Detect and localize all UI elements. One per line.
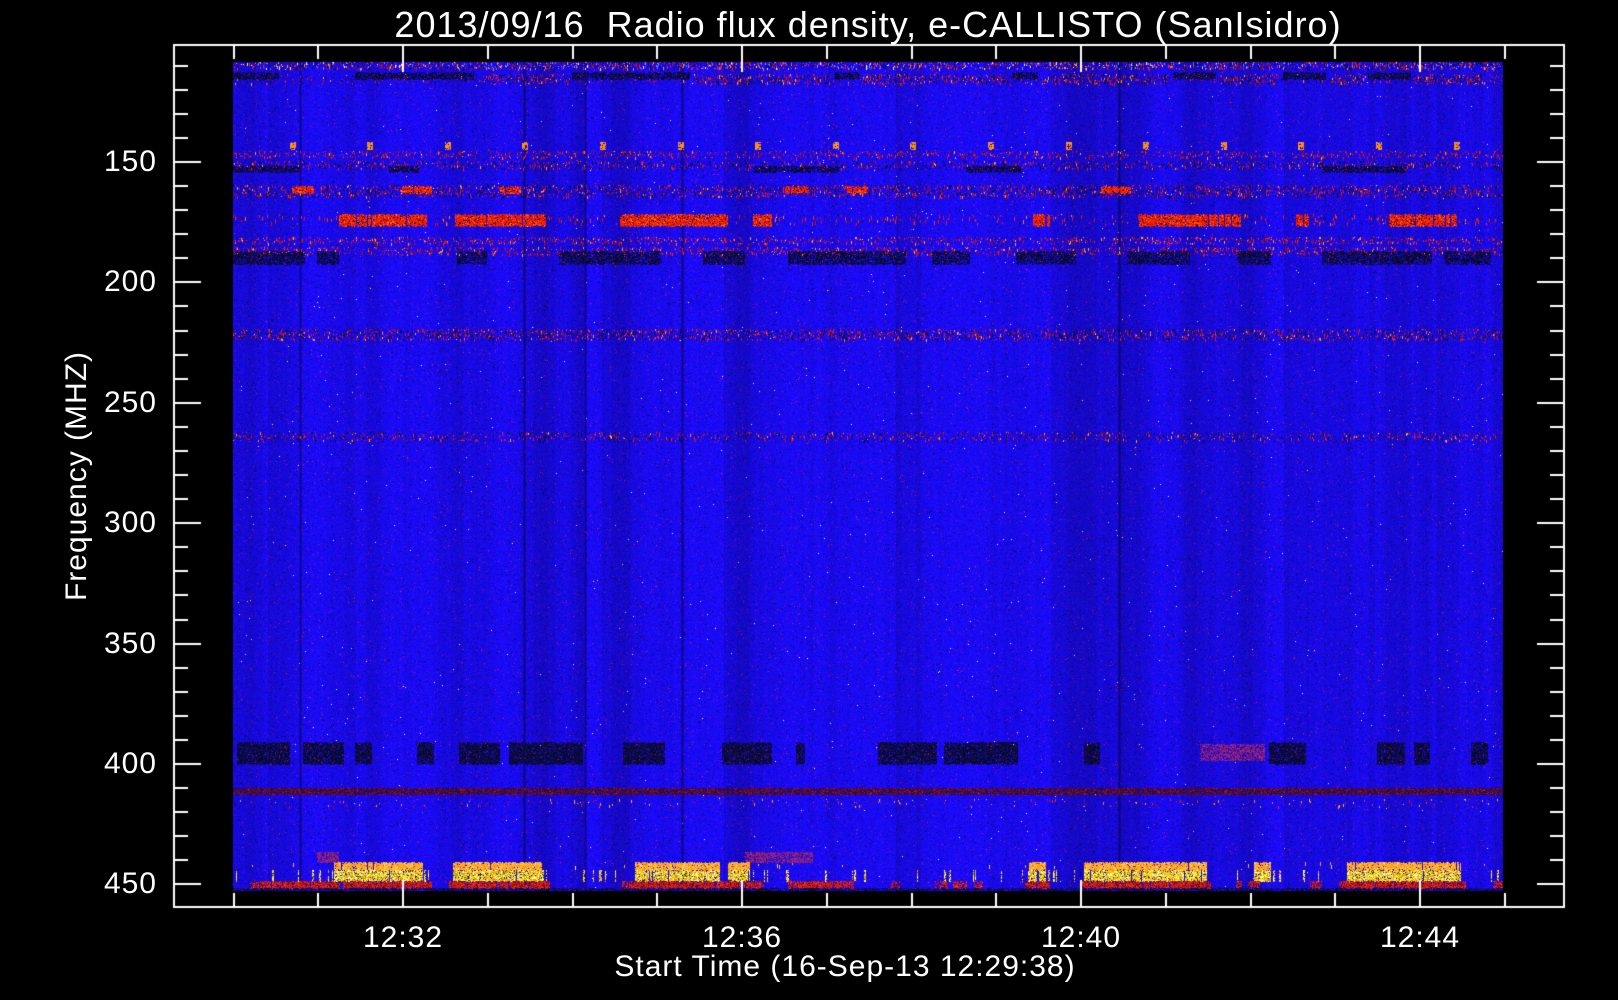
x-axis-title: Start Time (16-Sep-13 12:29:38) xyxy=(614,950,1076,983)
x-tick-label: 12:44 xyxy=(1379,921,1461,954)
y-tick-label: 200 xyxy=(103,265,157,298)
x-tick-label: 12:32 xyxy=(362,921,444,954)
y-tick-label: 300 xyxy=(103,506,157,539)
y-tick-label: 350 xyxy=(103,627,157,660)
y-axis-title: Frequency (MHZ) xyxy=(60,350,93,602)
spectrogram-figure: 2013/09/16 Radio flux density, e-CALLIST… xyxy=(0,0,1618,1000)
y-tick-label: 250 xyxy=(103,386,157,419)
chart-title: 2013/09/16 Radio flux density, e-CALLIST… xyxy=(394,4,1342,45)
x-tick-label: 12:40 xyxy=(1040,921,1122,954)
x-tick-label: 12:36 xyxy=(701,921,783,954)
y-tick-label: 150 xyxy=(103,145,157,178)
y-tick-label: 450 xyxy=(103,867,157,900)
y-tick-label: 400 xyxy=(103,747,157,780)
spectrogram-canvas xyxy=(0,0,1618,1000)
